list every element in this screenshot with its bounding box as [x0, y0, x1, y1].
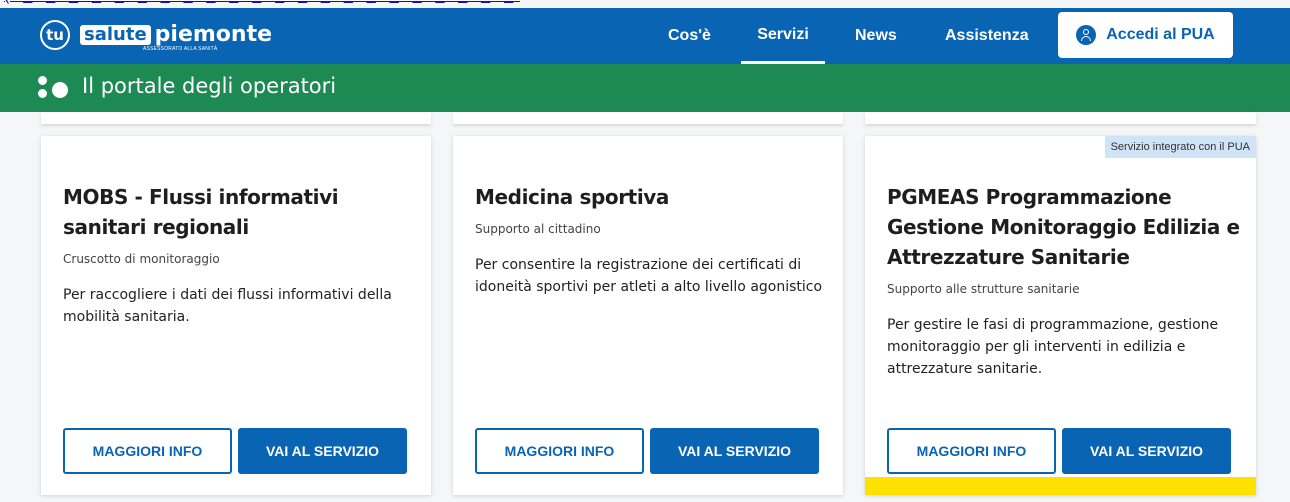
portal-banner: Il portale degli operatori [0, 64, 1290, 112]
nav-assistenza[interactable]: Assistenza [945, 8, 1029, 64]
card-description: Per consentire la registrazione dei cert… [475, 257, 823, 295]
card-title: Medicina sportiva [475, 185, 670, 209]
service-card-mobs: MOBS - Flussi informativi sanitari regio… [41, 136, 431, 495]
card-top-stub [865, 112, 1256, 124]
service-card-medicina-sportiva: Medicina sportiva Supporto al cittadino … [453, 136, 843, 495]
more-info-button[interactable]: MAGGIORI INFO [887, 428, 1056, 474]
card-subtitle: Supporto alle strutture sanitarie [887, 282, 1080, 296]
card-description: Per gestire le fasi di programmazione, g… [887, 317, 1219, 377]
truncated-link[interactable]: (________________________) [0, 0, 520, 8]
nav-cose[interactable]: Cos'è [668, 8, 711, 64]
tu-logo-icon: tu [40, 20, 70, 50]
nav-servizi-label: Servizi [757, 25, 809, 43]
more-info-button[interactable]: MAGGIORI INFO [63, 428, 232, 474]
card-top-stub [453, 112, 843, 124]
card-title: PGMEAS Programmazione Gestione Monitorag… [887, 185, 1240, 269]
card-description: Per raccogliere i dati dei flussi inform… [63, 287, 392, 325]
nav-news[interactable]: News [855, 8, 897, 64]
go-to-service-button[interactable]: VAI AL SERVIZIO [1062, 428, 1231, 474]
integrated-pua-badge: Servizio integrato con il PUA [1104, 136, 1256, 158]
focus-highlight-bar [865, 477, 1256, 495]
more-info-button[interactable]: MAGGIORI INFO [475, 428, 644, 474]
login-pua-button[interactable]: Accedi al PUA [1058, 12, 1233, 58]
site-header: tu salute piemonte ASSESSORATO ALLA SANI… [0, 8, 1290, 64]
card-title: MOBS - Flussi informativi sanitari regio… [63, 185, 339, 239]
nav-servizi[interactable]: Servizi [741, 8, 825, 64]
service-card-pgmeas: Servizio integrato con il PUA PGMEAS Pro… [865, 136, 1256, 495]
logo-piemonte-text: piemonte [154, 22, 273, 47]
portal-title: Il portale degli operatori [82, 74, 337, 98]
logo-salute-text: salute [80, 25, 151, 45]
logo-subtitle: ASSESSORATO ALLA SANITÀ [143, 46, 218, 52]
user-icon [1076, 25, 1097, 45]
card-subtitle: Supporto al cittadino [475, 222, 601, 236]
login-label: Accedi al PUA [1106, 26, 1215, 43]
card-top-stub [41, 112, 431, 124]
card-subtitle: Cruscotto di monitoraggio [63, 252, 220, 266]
go-to-service-button[interactable]: VAI AL SERVIZIO [650, 428, 819, 474]
go-to-service-button[interactable]: VAI AL SERVIZIO [238, 428, 407, 474]
